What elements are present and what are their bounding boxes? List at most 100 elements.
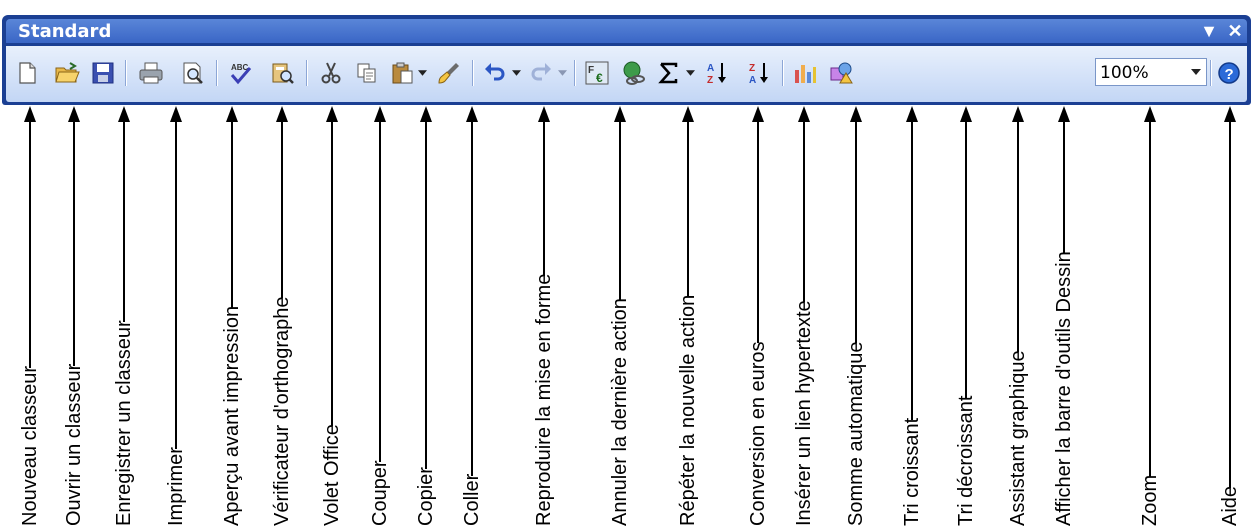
svg-text:Z: Z: [707, 75, 713, 86]
callout-line: [687, 120, 689, 297]
redo-button[interactable]: [526, 58, 556, 88]
arrow-head-icon: [276, 106, 288, 122]
chart-icon: [795, 65, 816, 83]
callout-label: Reproduire la mise en forme: [533, 273, 555, 526]
callout-label: Conversion en euros: [747, 341, 769, 526]
callout-label: Imprimer: [165, 447, 187, 526]
save-workbook-button[interactable]: [88, 58, 118, 88]
toolbar-options-icon[interactable]: ▼: [1198, 21, 1220, 41]
callout-label: Somme automatique: [845, 341, 867, 526]
toolbar-separator: [1210, 60, 1211, 86]
svg-text:Z: Z: [749, 63, 755, 74]
chevron-down-icon: [685, 70, 695, 76]
hyperlink-button[interactable]: [620, 58, 650, 88]
print-preview-button[interactable]: [178, 58, 208, 88]
callout-line: [175, 120, 177, 450]
toolbar-title: Standard: [18, 21, 112, 42]
chart-wizard-button[interactable]: [790, 58, 820, 88]
open-workbook-button[interactable]: [52, 58, 82, 88]
arrow-head-icon: [1224, 106, 1236, 122]
undo-button[interactable]: [480, 58, 510, 88]
callout-label: Aide: [1219, 485, 1241, 526]
toolbar-separator: [472, 60, 473, 86]
copy-icon: [357, 63, 376, 83]
research-icon: [272, 63, 294, 84]
arrow-head-icon: [24, 106, 36, 122]
callout-line: [29, 120, 31, 368]
toolbar-separator: [574, 60, 575, 86]
sort-ascending-icon: A Z: [707, 63, 726, 86]
callout-label: Coller: [461, 473, 483, 526]
svg-text:F: F: [588, 65, 594, 76]
copy-button[interactable]: [352, 58, 382, 88]
arrow-head-icon: [850, 106, 862, 122]
autosum-dropdown[interactable]: [684, 58, 696, 88]
arrow-head-icon: [798, 106, 810, 122]
close-icon[interactable]: ✕: [1224, 21, 1246, 41]
arrow-head-icon: [906, 106, 918, 122]
zoom-select[interactable]: 100%: [1095, 58, 1207, 86]
callout-label: Ouvrir un classeur: [63, 363, 85, 526]
undo-history-dropdown[interactable]: [510, 58, 522, 88]
autosum-button[interactable]: [654, 58, 684, 88]
callout-line: [757, 120, 759, 344]
callout-label: Afficher la barre d'outils Dessin: [1053, 251, 1075, 526]
drawing-toolbar-button[interactable]: [826, 58, 856, 88]
paste-button[interactable]: [388, 58, 418, 88]
cut-button[interactable]: [316, 58, 346, 88]
callout-label: Zoom: [1139, 474, 1161, 526]
svg-text:A: A: [707, 63, 714, 74]
callout-label: Répéter la nouvelle action: [677, 294, 699, 526]
callout-line: [73, 120, 75, 366]
callout-label: Volet Office: [321, 424, 343, 526]
help-icon: ?: [1218, 62, 1240, 84]
print-button[interactable]: [136, 58, 166, 88]
zoom-dropdown-arrow[interactable]: [1188, 62, 1204, 82]
toolbar-separator: [782, 60, 783, 86]
arrow-head-icon: [466, 106, 478, 122]
callout-line: [965, 120, 967, 398]
callout-line: [331, 120, 333, 427]
arrow-head-icon: [420, 106, 432, 122]
open-folder-icon: [55, 62, 80, 83]
toolbar-title-bar[interactable]: Standard ▼ ✕: [6, 19, 1247, 43]
arrow-head-icon: [538, 106, 550, 122]
new-workbook-button[interactable]: [12, 58, 42, 88]
new-document-icon: [19, 62, 36, 84]
arrow-head-icon: [1144, 106, 1156, 122]
callout-line: [1063, 120, 1065, 254]
callout-line: [471, 120, 473, 476]
sort-ascending-button[interactable]: A Z: [702, 58, 732, 88]
arrow-head-icon: [1058, 106, 1070, 122]
callout-line: [281, 120, 283, 299]
help-button[interactable]: ?: [1214, 58, 1244, 88]
print-preview-icon: [183, 62, 203, 84]
paste-options-dropdown[interactable]: [416, 58, 428, 88]
toolbar-separator: [216, 60, 217, 86]
arrow-head-icon: [326, 106, 338, 122]
callout-label: Vérificateur d'orthographe: [271, 296, 293, 526]
callout-label: Nouveau classeur: [19, 365, 41, 526]
chevron-down-icon: [417, 70, 427, 76]
floppy-disk-icon: [92, 62, 114, 84]
callout-line: [425, 120, 427, 470]
office-pane-button[interactable]: [268, 58, 298, 88]
callout-line: [855, 120, 857, 344]
format-painter-button[interactable]: [434, 58, 464, 88]
spellcheck-button[interactable]: ABC: [226, 58, 256, 88]
arrow-head-icon: [960, 106, 972, 122]
arrow-head-icon: [752, 106, 764, 122]
euro-conversion-button[interactable]: F €: [582, 58, 612, 88]
sort-descending-button[interactable]: Z A: [744, 58, 774, 88]
sigma-icon: [658, 62, 678, 84]
toolbar-separator: [125, 60, 126, 86]
undo-icon: [485, 63, 505, 81]
redo-history-dropdown[interactable]: [556, 58, 568, 88]
svg-text:€: €: [596, 71, 603, 85]
callout-label: Enregistrer un classeur: [113, 320, 135, 526]
chevron-down-icon: [1191, 69, 1201, 75]
arrow-head-icon: [226, 106, 238, 122]
callout-label: Tri croissant: [901, 417, 923, 526]
arrow-head-icon: [614, 106, 626, 122]
callout-label: Assistant graphique: [1007, 350, 1029, 526]
